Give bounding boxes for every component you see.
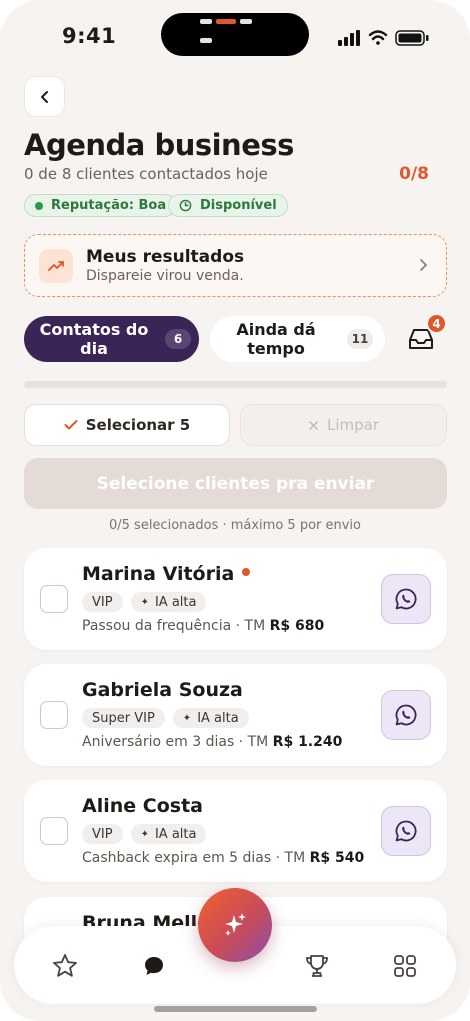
client-name-row: Gabriela Souza (82, 679, 243, 701)
client-tags: VIP ✦ IA alta (82, 592, 214, 612)
sparkle-icon: ✦ (140, 596, 149, 608)
reputation-label: Reputação: Boa (51, 198, 167, 213)
nav-trophy[interactable] (302, 951, 332, 981)
page-subtitle: 0 de 8 clientes contactados hoje (24, 165, 268, 183)
home-indicator (154, 1006, 317, 1012)
tab-contatos-do-dia[interactable]: Contatos do dia 6 (24, 316, 199, 362)
ai-tag: ✦ IA alta (130, 592, 207, 612)
client-amount: R$ 1.240 (272, 734, 343, 750)
star-icon (53, 954, 77, 977)
tab-ainda-da-tempo[interactable]: Ainda dá tempo 11 (210, 316, 385, 362)
ai-tag: ✦ IA alta (172, 708, 249, 728)
whatsapp-button[interactable] (381, 806, 431, 856)
selection-hint: 0/5 selecionados · máximo 5 por envio (109, 518, 361, 533)
tab-label: Contatos do dia (39, 320, 149, 358)
check-icon (64, 420, 78, 430)
chevron-left-icon (40, 90, 48, 103)
page-dots (200, 9, 270, 43)
reputation-badge: Reputação: Boa (24, 194, 178, 217)
client-info: Aniversário em 3 dias · TM R$ 1.240 (82, 734, 343, 750)
trophy-icon (306, 955, 328, 977)
clear-label: Limpar (326, 416, 380, 434)
tab-scroll-indicator (24, 381, 447, 388)
whatsapp-button[interactable] (381, 690, 431, 740)
tab-label: Ainda dá tempo (236, 320, 316, 358)
client-info: Passou da frequência · TM R$ 680 (82, 618, 325, 634)
ai-tag: ✦ IA alta (130, 824, 207, 844)
chevron-right-icon (420, 259, 427, 271)
whatsapp-icon (395, 704, 417, 726)
status-bar: 9:41 (0, 0, 470, 70)
results-subtitle: Dispareie virou venda. (86, 268, 244, 284)
availability-badge: Disponível (168, 194, 288, 217)
tier-tag: Super VIP (82, 708, 165, 728)
phone-screen: 9:41 Agenda business 0 de 8 clientes con… (0, 0, 470, 1021)
client-info: Cashback expira em 5 dias · TM R$ 540 (82, 850, 365, 866)
clear-button[interactable]: Limpar (240, 404, 447, 446)
client-amount: R$ 540 (309, 850, 365, 866)
grid-icon (394, 955, 416, 977)
whatsapp-icon (395, 588, 417, 610)
client-name: Gabriela Souza (82, 679, 243, 701)
sparkle-icon: ✦ (182, 712, 192, 724)
select-label: Selecionar 5 (85, 416, 191, 434)
select-button[interactable]: Selecionar 5 (24, 404, 230, 446)
trending-up-icon (48, 261, 64, 271)
client-name-row: Aline Costa (82, 795, 203, 817)
status-time: 9:41 (62, 24, 117, 48)
signal-icon (338, 30, 360, 46)
tab-count-badge: 6 (165, 329, 191, 349)
sparkle-icon: ✦ (140, 828, 149, 840)
contacted-counter: 0/8 (399, 164, 429, 184)
client-checkbox[interactable] (40, 817, 68, 845)
client-checkbox[interactable] (40, 701, 68, 729)
ai-fab-button[interactable] (198, 888, 272, 962)
whatsapp-icon (395, 820, 417, 842)
tier-tag: VIP (82, 592, 123, 612)
client-tags: VIP ✦ IA alta (82, 824, 214, 844)
tier-tag: VIP (82, 824, 123, 844)
client-tags: Super VIP ✦ IA alta (82, 708, 257, 728)
client-name: Marina Vitória (82, 563, 235, 585)
client-amount: R$ 680 (269, 618, 325, 634)
client-card[interactable]: Gabriela Souza Super VIP ✦ IA alta Aniver… (24, 664, 447, 766)
results-title: Meus resultados (86, 247, 245, 267)
nav-apps[interactable] (390, 951, 420, 981)
availability-label: Disponível (200, 198, 277, 213)
inbox-badge: 4 (426, 313, 447, 334)
status-dot (35, 201, 43, 210)
chat-icon (145, 957, 163, 975)
clock-icon (179, 199, 192, 212)
close-icon (309, 420, 318, 430)
nav-chat[interactable] (139, 951, 169, 981)
tab-count-badge: 11 (347, 329, 373, 349)
unread-dot (242, 567, 251, 576)
back-button[interactable] (24, 76, 65, 117)
results-card[interactable]: Meus resultados Dispareie virou venda. (24, 234, 447, 297)
nav-favorites[interactable] (50, 951, 80, 981)
battery-icon (395, 30, 429, 46)
wifi-icon (368, 30, 388, 45)
send-button[interactable]: Selecione clientes pra enviar (24, 458, 447, 509)
client-card[interactable]: Aline Costa VIP ✦ IA alta Cashback expira… (24, 780, 447, 882)
results-icon-box (39, 249, 73, 283)
status-icons (336, 28, 436, 48)
client-name: Aline Costa (82, 795, 203, 817)
client-name-row: Marina Vitória (82, 563, 251, 585)
client-checkbox[interactable] (40, 585, 68, 613)
sparkles-icon (225, 913, 246, 936)
client-card[interactable]: Marina Vitória VIP ✦ IA alta Passou da fr… (24, 548, 447, 650)
page-title: Agenda business (24, 128, 294, 162)
whatsapp-button[interactable] (381, 574, 431, 624)
